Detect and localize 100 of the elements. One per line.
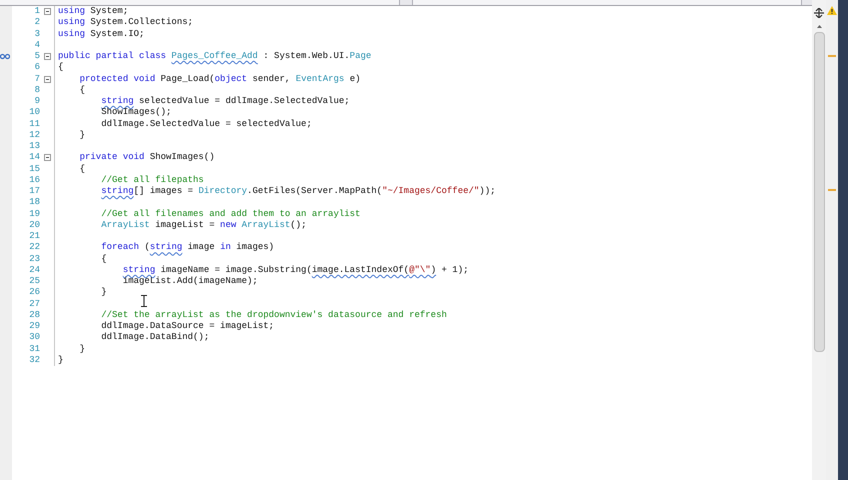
code-text: { bbox=[58, 62, 64, 74]
code-text: sender, bbox=[252, 74, 292, 85]
code-comment: //Get all filenames and add them to an arraylist bbox=[101, 208, 360, 220]
text-cursor-icon bbox=[141, 295, 147, 307]
code-text: selectedValue = ddlImage.SelectedValue; bbox=[139, 96, 350, 108]
code-text: [] images = bbox=[134, 186, 194, 198]
code-text: (); bbox=[290, 220, 306, 231]
keyword-token: private void bbox=[80, 152, 144, 164]
code-text: } bbox=[101, 287, 107, 298]
code-text: } bbox=[80, 344, 86, 355]
code-comment: //Get all filepaths bbox=[101, 174, 204, 186]
code-text: ddlImage.DataSource = imageList; bbox=[101, 321, 274, 332]
line-number: 5 bbox=[34, 51, 40, 62]
line-number: 16 bbox=[28, 174, 40, 186]
line-number: 12 bbox=[28, 130, 40, 141]
collapse-icon[interactable] bbox=[44, 154, 50, 162]
code-text: } bbox=[80, 130, 86, 141]
line-number: 14 bbox=[28, 152, 40, 164]
keyword-token: using bbox=[58, 28, 86, 40]
type-token: Directory bbox=[198, 186, 248, 198]
type-token: ArrayList bbox=[242, 220, 290, 231]
keyword-token: string bbox=[101, 96, 134, 108]
string-literal: "~/Images/Coffee/" bbox=[382, 186, 480, 198]
code-text: System.Collections; bbox=[90, 17, 194, 28]
keyword-token: string bbox=[101, 186, 134, 198]
code-text: { bbox=[80, 164, 86, 175]
code-text: image bbox=[188, 242, 216, 254]
line-number: 20 bbox=[28, 220, 40, 231]
type-token: EventArgs bbox=[296, 74, 344, 85]
line-number: 2 bbox=[34, 17, 40, 28]
line-number: 23 bbox=[28, 254, 40, 265]
line-number: 26 bbox=[28, 287, 40, 298]
references-icon[interactable] bbox=[0, 53, 10, 60]
code-text: image.LastIndexOf( bbox=[312, 264, 410, 276]
keyword-token: using bbox=[58, 6, 86, 18]
code-text: } bbox=[58, 354, 64, 366]
collapse-icon[interactable] bbox=[44, 76, 50, 83]
line-number: 30 bbox=[28, 332, 40, 344]
code-text: )); bbox=[479, 186, 496, 198]
code-comment: //Set the arrayList as the dropdownview's datasource and refresh bbox=[101, 310, 447, 321]
keyword-token: in bbox=[220, 242, 231, 254]
code-text: ShowImages(); bbox=[101, 107, 172, 118]
code-text: + 1); bbox=[442, 264, 469, 276]
collapse-icon[interactable] bbox=[44, 8, 50, 16]
keyword-token: string bbox=[150, 242, 182, 254]
line-number: 19 bbox=[28, 208, 40, 220]
line-number: 27 bbox=[28, 298, 40, 310]
warning-icon bbox=[827, 6, 837, 15]
line-number: 31 bbox=[28, 344, 40, 355]
warning-marker[interactable] bbox=[828, 189, 836, 191]
type-token: ArrayList bbox=[101, 220, 150, 231]
line-number: 6 bbox=[34, 62, 40, 74]
line-number: 9 bbox=[34, 96, 40, 108]
code-text: ( bbox=[144, 242, 150, 254]
code-text: Page_Load( bbox=[160, 74, 215, 85]
keyword-token: using bbox=[58, 17, 86, 28]
line-number: 4 bbox=[34, 40, 40, 51]
line-number: 32 bbox=[28, 354, 40, 366]
keyword-token: object bbox=[214, 74, 248, 85]
line-number: 25 bbox=[28, 276, 40, 288]
caret-icon bbox=[816, 24, 822, 28]
line-number: 22 bbox=[28, 242, 40, 254]
code-text: { bbox=[101, 254, 107, 265]
code-text: System; bbox=[90, 6, 128, 18]
line-number: 17 bbox=[28, 186, 40, 198]
keyword-token: new bbox=[220, 220, 236, 231]
code-text: imageName = image.Substring( bbox=[160, 264, 312, 276]
line-number: 24 bbox=[28, 264, 40, 276]
keyword-token: public partial class bbox=[58, 51, 168, 62]
code-text: ShowImages() bbox=[150, 152, 215, 164]
string-literal: @"\" bbox=[409, 264, 431, 276]
line-number: 11 bbox=[28, 118, 40, 130]
scrollbar-thumb[interactable] bbox=[814, 32, 824, 352]
code-text: imageList = bbox=[155, 220, 216, 231]
code-text: .GetFiles(Server.MapPath( bbox=[247, 186, 382, 198]
code-text: System.IO; bbox=[90, 28, 144, 40]
code-text: ddlImage.DataBind(); bbox=[101, 332, 210, 344]
line-number: 15 bbox=[28, 164, 40, 175]
line-number: 28 bbox=[28, 310, 40, 321]
type-token: Page bbox=[350, 51, 372, 62]
line-number: 29 bbox=[28, 321, 40, 332]
line-number: 18 bbox=[28, 197, 40, 208]
keyword-token: protected void bbox=[80, 74, 156, 85]
line-number: 3 bbox=[34, 28, 40, 40]
type-token: Pages_Coffee_Add bbox=[171, 51, 258, 62]
line-number: 10 bbox=[28, 107, 40, 118]
line-number: 7 bbox=[34, 74, 40, 85]
line-number: 21 bbox=[28, 231, 40, 242]
warning-marker[interactable] bbox=[828, 55, 836, 57]
line-number: 8 bbox=[34, 84, 40, 96]
keyword-token: string bbox=[122, 264, 156, 276]
code-text: { bbox=[80, 84, 86, 96]
keyword-token: foreach bbox=[101, 242, 140, 254]
code-text: e) bbox=[350, 74, 361, 85]
code-text: images) bbox=[236, 242, 274, 254]
split-handle-icon[interactable] bbox=[814, 8, 824, 18]
code-text: imageList.Add(imageName); bbox=[122, 276, 258, 288]
collapse-icon[interactable] bbox=[44, 53, 50, 60]
code-text: ddlImage.SelectedValue = selectedValue; bbox=[101, 118, 312, 130]
code-text: : System.Web.UI. bbox=[263, 51, 350, 62]
